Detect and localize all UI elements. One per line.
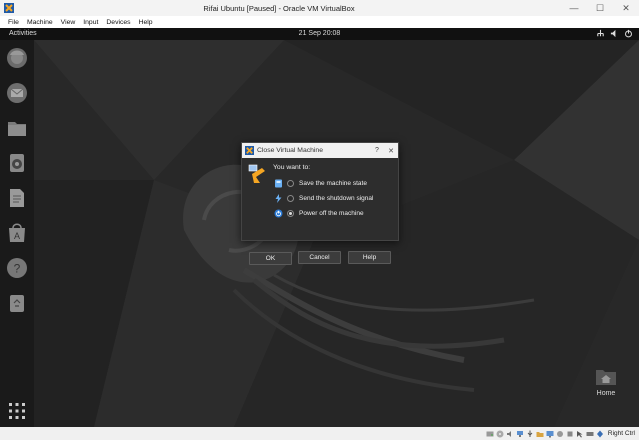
hard-disk-icon[interactable] — [486, 430, 494, 438]
menu-help[interactable]: Help — [135, 19, 157, 26]
gnome-top-bar: Activities 21 Sep 20:08 — [0, 28, 639, 40]
dialog-help-button[interactable]: ? — [370, 147, 384, 154]
mouse-integration-icon[interactable] — [576, 430, 584, 438]
usb-icon[interactable] — [526, 430, 534, 438]
network-adapter-icon[interactable] — [516, 430, 524, 438]
power-off-icon — [274, 209, 283, 217]
menu-view[interactable]: View — [57, 19, 80, 26]
display-icon[interactable] — [546, 430, 554, 438]
radio-shutdown-signal[interactable] — [287, 194, 294, 202]
menu-devices[interactable]: Devices — [102, 19, 134, 26]
option-power-off-label: Power off the machine — [299, 209, 364, 217]
dialog-close-button[interactable]: ✕ — [384, 147, 398, 155]
close-window-button[interactable]: ✕ — [613, 0, 639, 16]
option-power-off[interactable]: Power off the machine — [274, 208, 364, 218]
cancel-button[interactable]: Cancel — [298, 251, 341, 264]
host-key-label: Right Ctrl — [607, 430, 635, 437]
system-tray[interactable] — [596, 29, 633, 38]
trash-icon[interactable] — [4, 290, 30, 316]
menu-input[interactable]: Input — [79, 19, 102, 26]
radio-power-off[interactable] — [287, 209, 294, 217]
radio-save-state[interactable] — [287, 179, 294, 187]
virtualbox-icon — [245, 146, 254, 155]
help-icon[interactable]: ? — [4, 255, 30, 281]
optical-drive-icon[interactable] — [496, 430, 504, 438]
audio-icon[interactable] — [506, 430, 514, 438]
shutdown-signal-icon — [275, 193, 282, 203]
option-save-state-label: Save the machine state — [299, 179, 367, 187]
close-vm-dialog: Close Virtual Machine ? ✕ You want to: S… — [241, 142, 399, 265]
shared-folders-icon[interactable] — [536, 430, 544, 438]
ubuntu-dock: A ? — [0, 40, 34, 427]
virtualbox-power-icon — [248, 164, 265, 183]
volume-icon — [610, 29, 616, 38]
keyboard-icon[interactable] — [586, 430, 594, 438]
dialog-prompt: You want to: — [273, 164, 311, 171]
recording-icon[interactable] — [556, 430, 564, 438]
help-button[interactable]: Help — [348, 251, 391, 264]
libreoffice-writer-icon[interactable] — [4, 185, 30, 211]
thunderbird-icon[interactable] — [4, 80, 30, 106]
firefox-icon[interactable] — [4, 45, 30, 71]
cpu-icon[interactable] — [566, 430, 574, 438]
clock[interactable]: 21 Sep 20:08 — [0, 30, 639, 37]
ok-button[interactable]: OK — [249, 252, 292, 265]
show-apps-icon[interactable] — [4, 398, 30, 424]
maximize-button[interactable]: ☐ — [587, 0, 613, 16]
host-key-icon[interactable] — [596, 430, 604, 438]
power-icon — [625, 29, 632, 38]
menu-bar: File Machine View Input Devices Help — [0, 16, 639, 28]
option-shutdown-signal[interactable]: Send the shutdown signal — [274, 193, 373, 203]
svg-text:A: A — [14, 231, 20, 241]
files-icon[interactable] — [4, 115, 30, 141]
option-shutdown-signal-label: Send the shutdown signal — [299, 194, 374, 202]
dialog-titlebar: Close Virtual Machine ? ✕ — [242, 143, 398, 158]
save-state-icon — [275, 179, 282, 187]
home-folder-icon — [596, 370, 616, 385]
desktop-home-icon[interactable]: Home — [588, 366, 624, 410]
minimize-button[interactable]: — — [561, 0, 587, 16]
desktop-home-label: Home — [596, 390, 616, 397]
ubuntu-software-icon[interactable]: A — [4, 220, 30, 246]
virtualbox-icon — [4, 3, 14, 13]
network-icon — [597, 29, 604, 37]
menu-machine[interactable]: Machine — [23, 19, 57, 26]
window-title: Rifai Ubuntu [Paused] - Oracle VM Virtua… — [203, 3, 355, 13]
option-save-state[interactable]: Save the machine state — [274, 178, 367, 188]
rhythmbox-icon[interactable] — [4, 150, 30, 176]
window-titlebar: Rifai Ubuntu [Paused] - Oracle VM Virtua… — [0, 0, 639, 16]
svg-text:?: ? — [14, 262, 21, 276]
dialog-title: Close Virtual Machine — [257, 147, 323, 154]
vm-status-bar: Right Ctrl — [0, 427, 639, 440]
menu-file[interactable]: File — [4, 19, 23, 26]
